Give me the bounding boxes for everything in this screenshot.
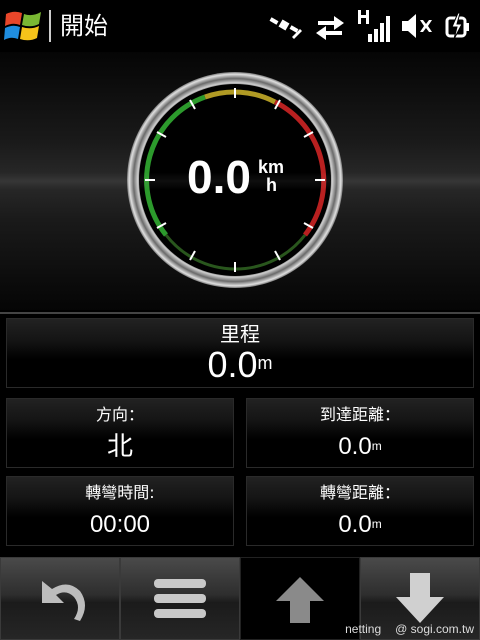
watermark-left: netting xyxy=(345,622,382,636)
menu-button[interactable] xyxy=(120,557,240,640)
divider xyxy=(0,312,480,314)
start-separator xyxy=(49,10,51,42)
speaker-muted-icon[interactable] xyxy=(400,11,434,41)
scroll-up-button[interactable] xyxy=(240,557,360,640)
battery-charging-icon[interactable] xyxy=(444,11,474,41)
trip-value: 0.0m xyxy=(207,344,273,385)
distance-to-destination-value: 0.0m xyxy=(338,433,382,460)
start-logo-icon[interactable] xyxy=(4,8,44,44)
direction-panel: 方向： 北 xyxy=(6,398,234,468)
status-icons xyxy=(268,8,474,44)
distance-to-destination-panel: 到達距離： 0.0m xyxy=(246,398,474,468)
turn-distance-unit: m xyxy=(371,516,382,531)
trip-unit: m xyxy=(257,353,273,374)
gps-satellite-icon[interactable] xyxy=(268,11,304,41)
back-button[interactable] xyxy=(0,557,120,640)
speedometer-gauge xyxy=(127,72,343,288)
direction-label: 方向： xyxy=(95,405,144,424)
turn-time-value: 00:00 xyxy=(89,511,151,538)
menu-icon xyxy=(154,578,206,618)
up-arrow-icon xyxy=(276,576,324,623)
trip-panel: 里程 0.0m xyxy=(6,318,474,388)
turn-time-panel: 轉彎時間: 00:00 xyxy=(6,476,234,546)
watermark: netting @ sogi.com.tw xyxy=(345,622,474,636)
turn-time-label: 轉彎時間: xyxy=(85,483,155,502)
speed-unit-h: h xyxy=(266,175,277,195)
turn-distance-label: 轉彎距離： xyxy=(319,483,400,502)
status-bar: 開始 xyxy=(0,0,480,52)
speed-unit-km: km xyxy=(258,157,285,177)
distance-to-destination-unit: m xyxy=(371,438,382,453)
distance-to-destination-label: 到達距離： xyxy=(319,405,400,424)
turn-distance-panel: 轉彎距離： 0.0m xyxy=(246,476,474,546)
signal-strength-icon[interactable] xyxy=(356,8,390,44)
direction-value: 北 xyxy=(106,432,133,462)
down-arrow-icon xyxy=(396,572,444,623)
turn-distance-value: 0.0m xyxy=(338,511,382,538)
data-transfer-icon[interactable] xyxy=(314,11,346,41)
start-button-label[interactable]: 開始 xyxy=(60,12,108,40)
watermark-right: @ sogi.com.tw xyxy=(395,622,474,636)
speedometer-area: 0.0 km h xyxy=(0,52,480,310)
back-arrow-icon xyxy=(42,580,85,621)
